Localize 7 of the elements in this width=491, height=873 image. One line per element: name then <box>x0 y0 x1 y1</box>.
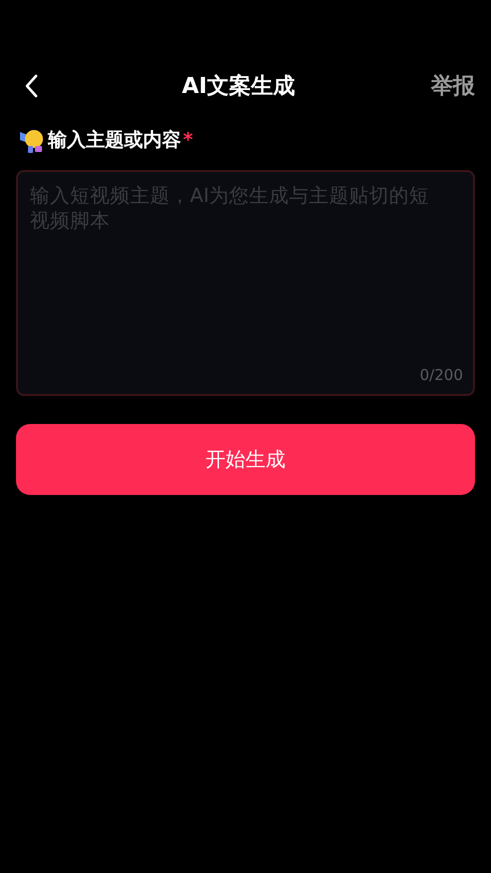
required-mark: * <box>183 129 193 151</box>
generate-button[interactable]: 开始生成 <box>16 424 475 495</box>
back-icon <box>24 74 38 98</box>
char-counter: 0/200 <box>420 366 463 384</box>
field-label: 输入主题或内容 <box>48 128 181 153</box>
page-title: AI文案生成 <box>182 72 296 101</box>
report-button[interactable]: 举报 <box>431 71 475 101</box>
